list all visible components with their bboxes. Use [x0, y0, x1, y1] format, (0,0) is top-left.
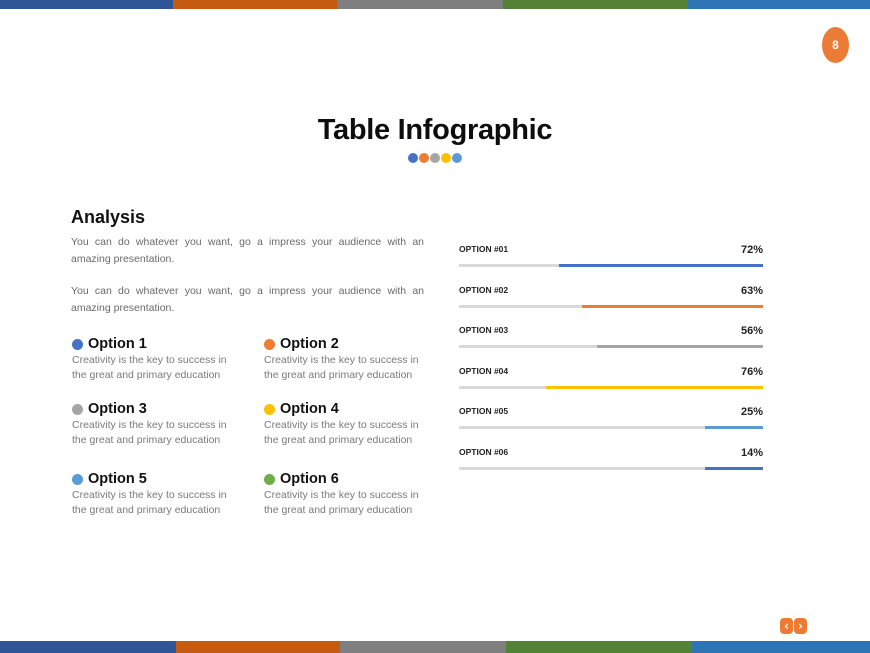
progress-track	[459, 385, 763, 389]
progress-label: OPTION #01	[459, 244, 509, 254]
option-color-dot-icon	[264, 473, 275, 485]
option-item: Option 2 Creativity is the key to succes…	[264, 335, 444, 382]
option-label: Option 3	[88, 401, 147, 417]
progress-track	[459, 345, 763, 348]
stripe-segment	[0, 641, 176, 653]
progress-label: OPTION #03	[459, 325, 509, 335]
slide-navigation: ‹ ›	[780, 618, 807, 634]
progress-value: 76%	[740, 365, 763, 378]
option-description: Creativity is the key to success in the …	[72, 419, 227, 446]
top-color-stripe	[0, 0, 870, 9]
progress-row: OPTION #03 56%	[459, 323, 763, 364]
progress-fill	[559, 264, 763, 267]
progress-fill	[705, 466, 763, 470]
title-dot	[452, 153, 462, 163]
progress-row: OPTION #06 14%	[459, 445, 763, 486]
option-color-dot-icon	[264, 338, 275, 350]
progress-value: 14%	[740, 446, 763, 459]
option-label: Option 6	[280, 471, 339, 487]
title-dot	[441, 153, 451, 163]
page-title: Table Infographic	[317, 114, 553, 146]
progress-value: 63%	[740, 284, 763, 297]
option-label: Option 2	[280, 336, 339, 352]
progress-label: OPTION #05	[459, 406, 509, 416]
stripe-segment	[176, 641, 340, 653]
progress-fill	[581, 304, 763, 308]
progress-track	[459, 426, 763, 429]
progress-label: OPTION #04	[459, 365, 509, 376]
option-label: Option 5	[88, 471, 147, 487]
progress-row: OPTION #04 76%	[459, 364, 763, 405]
stripe-segment	[506, 641, 692, 653]
progress-fill	[705, 426, 763, 429]
option-label: Option 4	[280, 401, 339, 417]
progress-track	[459, 304, 763, 308]
progress-label: OPTION #06	[459, 446, 509, 457]
progress-value: 56%	[740, 325, 763, 337]
title-dot	[419, 153, 429, 163]
analysis-paragraph: You can do whatever you want, go a impre…	[71, 236, 424, 265]
option-item: Option 3 Creativity is the key to succes…	[72, 400, 252, 447]
option-color-dot-icon	[72, 338, 83, 350]
option-description: Creativity is the key to success in the …	[72, 489, 227, 516]
stripe-segment	[0, 0, 173, 9]
option-color-dot-icon	[264, 403, 275, 415]
stripe-segment	[692, 641, 870, 653]
progress-value: 72%	[740, 244, 763, 256]
stripe-segment	[337, 0, 503, 9]
stripe-segment	[688, 0, 870, 9]
title-dot	[408, 153, 418, 163]
progress-track	[459, 264, 763, 267]
stripe-segment	[173, 0, 337, 9]
title-dots	[408, 153, 462, 163]
prev-slide-button[interactable]: ‹	[780, 618, 793, 634]
bottom-color-stripe	[0, 641, 870, 653]
option-color-dot-icon	[72, 473, 83, 485]
next-slide-button[interactable]: ›	[794, 618, 807, 634]
option-item: Option 5 Creativity is the key to succes…	[72, 470, 252, 517]
progress-label: OPTION #02	[459, 284, 509, 295]
title-dot	[430, 153, 440, 163]
option-description: Creativity is the key to success in the …	[264, 489, 419, 516]
option-description: Creativity is the key to success in the …	[264, 419, 419, 446]
stripe-segment	[503, 0, 688, 9]
option-color-dot-icon	[72, 403, 83, 415]
option-description: Creativity is the key to success in the …	[72, 354, 227, 381]
option-item: Option 1 Creativity is the key to succes…	[72, 335, 252, 382]
progress-fill	[545, 385, 763, 389]
analysis-paragraph: You can do whatever you want, go a impre…	[71, 285, 424, 314]
option-item: Option 4 Creativity is the key to succes…	[264, 400, 444, 447]
stripe-segment	[340, 641, 506, 653]
option-label: Option 1	[88, 336, 147, 352]
progress-row: OPTION #01 72%	[459, 242, 763, 283]
progress-track	[459, 466, 763, 470]
analysis-heading: Analysis	[71, 207, 146, 227]
page-number-badge: 8	[822, 27, 849, 63]
progress-row: OPTION #02 63%	[459, 283, 763, 324]
progress-list: OPTION #01 72% OPTION #02 63% OPTION #03…	[459, 242, 763, 485]
progress-row: OPTION #05 25%	[459, 404, 763, 445]
progress-value: 25%	[740, 406, 763, 418]
option-item: Option 6 Creativity is the key to succes…	[264, 470, 444, 517]
option-description: Creativity is the key to success in the …	[264, 354, 419, 381]
progress-fill	[597, 345, 763, 348]
